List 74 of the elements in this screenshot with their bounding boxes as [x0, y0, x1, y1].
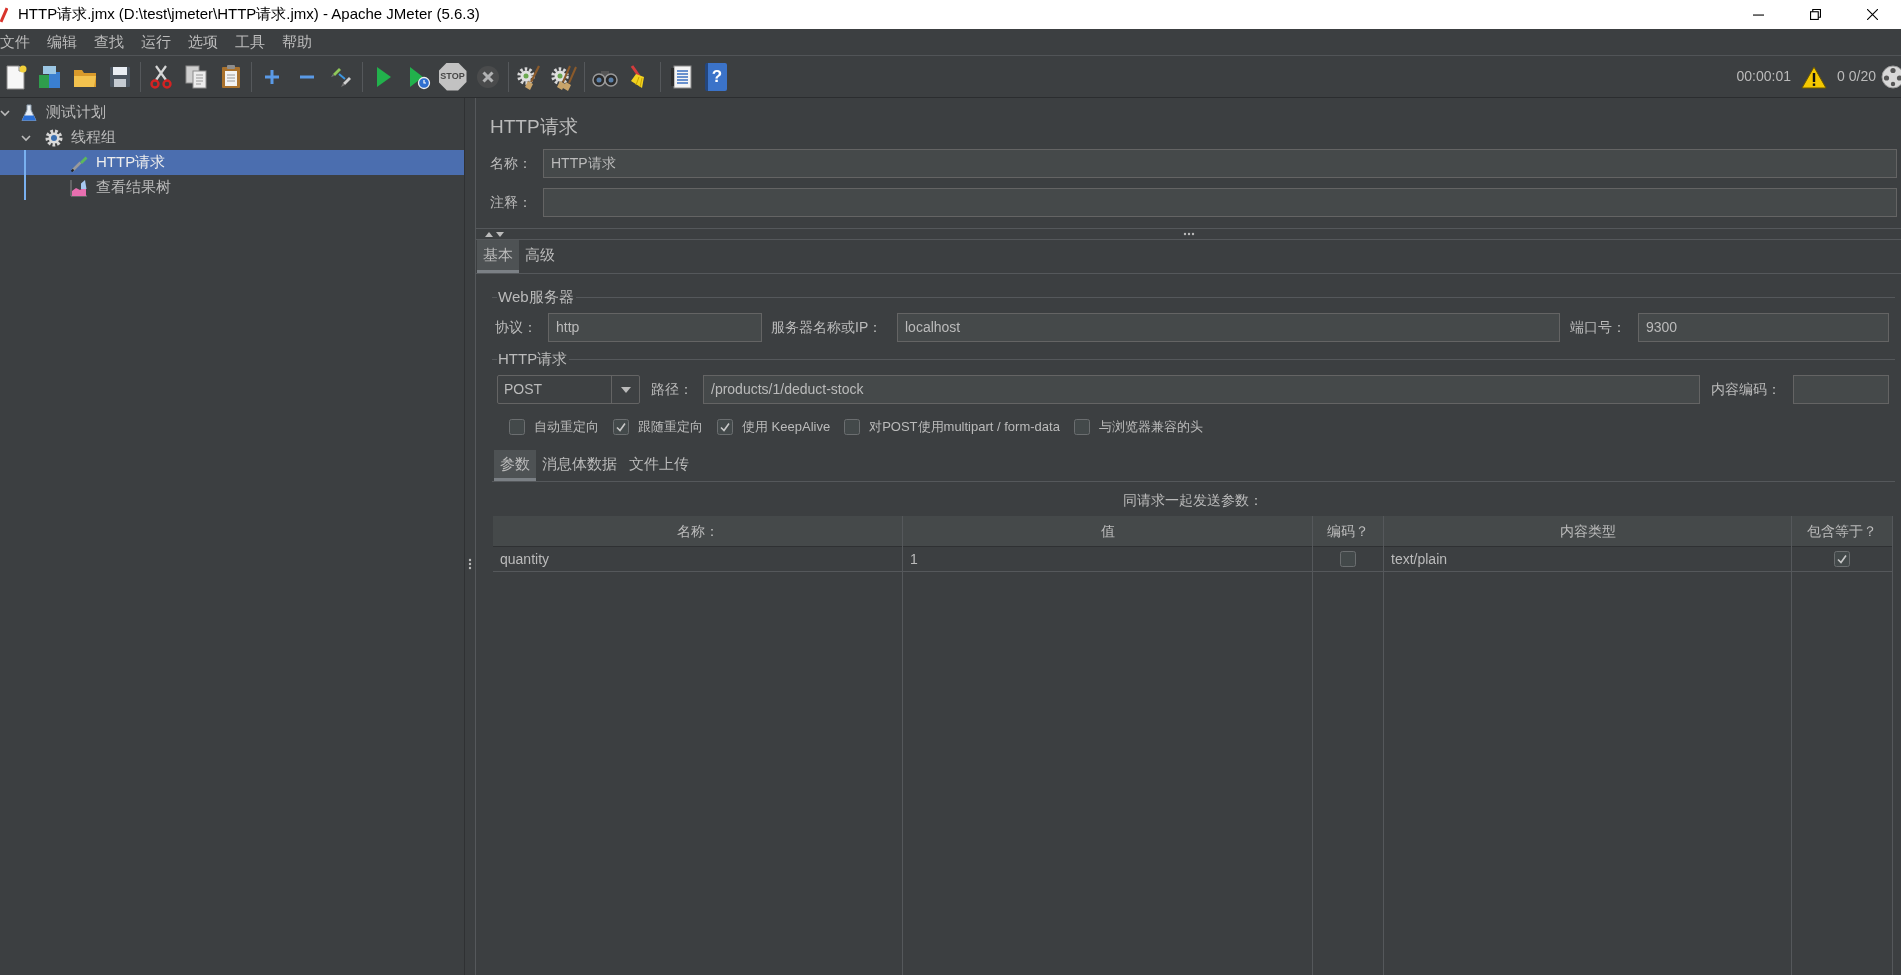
- field-label: 服务器名称或IP：: [771, 318, 884, 337]
- tab[interactable]: 基本: [477, 240, 519, 273]
- column-header: 包含等于？: [1807, 521, 1877, 541]
- menu-item[interactable]: 文件: [0, 30, 30, 54]
- server-name-field[interactable]: localhost: [897, 313, 1560, 342]
- protocol-field[interactable]: http: [548, 313, 762, 342]
- help-button[interactable]: ?: [704, 62, 727, 91]
- checkbox[interactable]: [1340, 551, 1356, 567]
- checkbox-label: 对POST使用multipart / form-data: [869, 418, 1060, 437]
- grip-dots-icon[interactable]: [1182, 232, 1195, 236]
- field-label: 端口号：: [1570, 318, 1627, 337]
- column-header: 名称：: [676, 521, 719, 541]
- warning-icon[interactable]: [1800, 64, 1827, 89]
- table-caption: 同请求一起发送参数：: [1123, 490, 1263, 510]
- checkbox[interactable]: [717, 419, 733, 435]
- feather-icon: [0, 6, 8, 23]
- tab[interactable]: 消息体数据: [536, 450, 623, 481]
- table-cell-text: quantity: [500, 549, 550, 569]
- caret-down-icon[interactable]: [620, 386, 631, 393]
- down-triangle-icon[interactable]: [496, 231, 504, 237]
- checkbox-label: 使用 KeepAlive: [742, 418, 831, 437]
- name-field[interactable]: HTTP请求: [543, 149, 1897, 178]
- tree-item[interactable]: 查看结果树: [0, 175, 464, 200]
- checkbox-label: 与浏览器兼容的头: [1098, 418, 1203, 437]
- field-label: 协议：: [495, 318, 538, 337]
- path-field[interactable]: /products/1/deduct-stock: [703, 375, 1700, 404]
- warning-count: 0: [1836, 67, 1845, 86]
- restore-icon[interactable]: [1810, 9, 1821, 20]
- checkbox[interactable]: [844, 419, 861, 435]
- tree-item[interactable]: 测试计划: [0, 100, 464, 125]
- column-header: 编码？: [1327, 521, 1369, 541]
- elapsed-time: 00:00:01: [1736, 67, 1791, 86]
- column-header: 内容类型: [1559, 521, 1616, 541]
- menu-item[interactable]: 选项: [188, 30, 218, 54]
- menu-item[interactable]: 编辑: [47, 30, 77, 54]
- panel-title: HTTP请求: [490, 115, 579, 139]
- field-label: 内容编码：: [1711, 380, 1782, 399]
- checkbox[interactable]: [509, 419, 525, 435]
- encoding-field[interactable]: [1793, 375, 1889, 404]
- menu-item[interactable]: 查找: [94, 30, 124, 54]
- menu-item[interactable]: 运行: [141, 30, 171, 54]
- checkbox[interactable]: [1073, 419, 1090, 435]
- up-triangle-icon[interactable]: [485, 231, 493, 237]
- chevron-down-icon[interactable]: [0, 107, 10, 118]
- checkbox-label: 跟随重定向: [638, 418, 703, 437]
- gear-icon: [45, 128, 63, 147]
- close-icon[interactable]: [1867, 9, 1878, 20]
- table-cell-text: text/plain: [1391, 549, 1448, 569]
- field-label: 路径：: [651, 380, 694, 399]
- group-title: HTTP请求: [498, 348, 568, 369]
- menu-item[interactable]: 工具: [235, 30, 265, 54]
- chevron-down-icon[interactable]: [21, 132, 31, 143]
- port-field[interactable]: 9300: [1638, 313, 1889, 342]
- group-title: Web服务器: [498, 286, 574, 307]
- field-label: 名称：: [490, 154, 533, 173]
- tab[interactable]: 高级: [519, 240, 561, 273]
- field-label: 注释：: [490, 193, 533, 212]
- menu-item[interactable]: 帮助: [282, 30, 312, 54]
- grip-dots-icon[interactable]: [468, 557, 472, 570]
- checkbox[interactable]: [1834, 551, 1850, 567]
- tab[interactable]: 参数: [494, 450, 536, 481]
- tab[interactable]: 文件上传: [623, 450, 695, 481]
- window-title: HTTP请求.jmx (D:\test\jmeter\HTTP请求.jmx) - Apache JMeter (5.6.3): [18, 4, 480, 25]
- comment-field[interactable]: [543, 188, 1897, 217]
- tree-item[interactable]: HTTP请求: [0, 150, 464, 175]
- tree-item[interactable]: 线程组: [0, 125, 464, 150]
- method-dropdown[interactable]: POST: [497, 375, 640, 404]
- flask-icon: [20, 103, 38, 122]
- table-cell-text: 1: [910, 549, 918, 569]
- thread-count: 0/20: [1848, 67, 1876, 86]
- chart-icon: [70, 178, 88, 197]
- checkbox[interactable]: [613, 419, 629, 435]
- checkbox-label: 自动重定向: [534, 418, 599, 437]
- column-header: 值: [1100, 521, 1115, 541]
